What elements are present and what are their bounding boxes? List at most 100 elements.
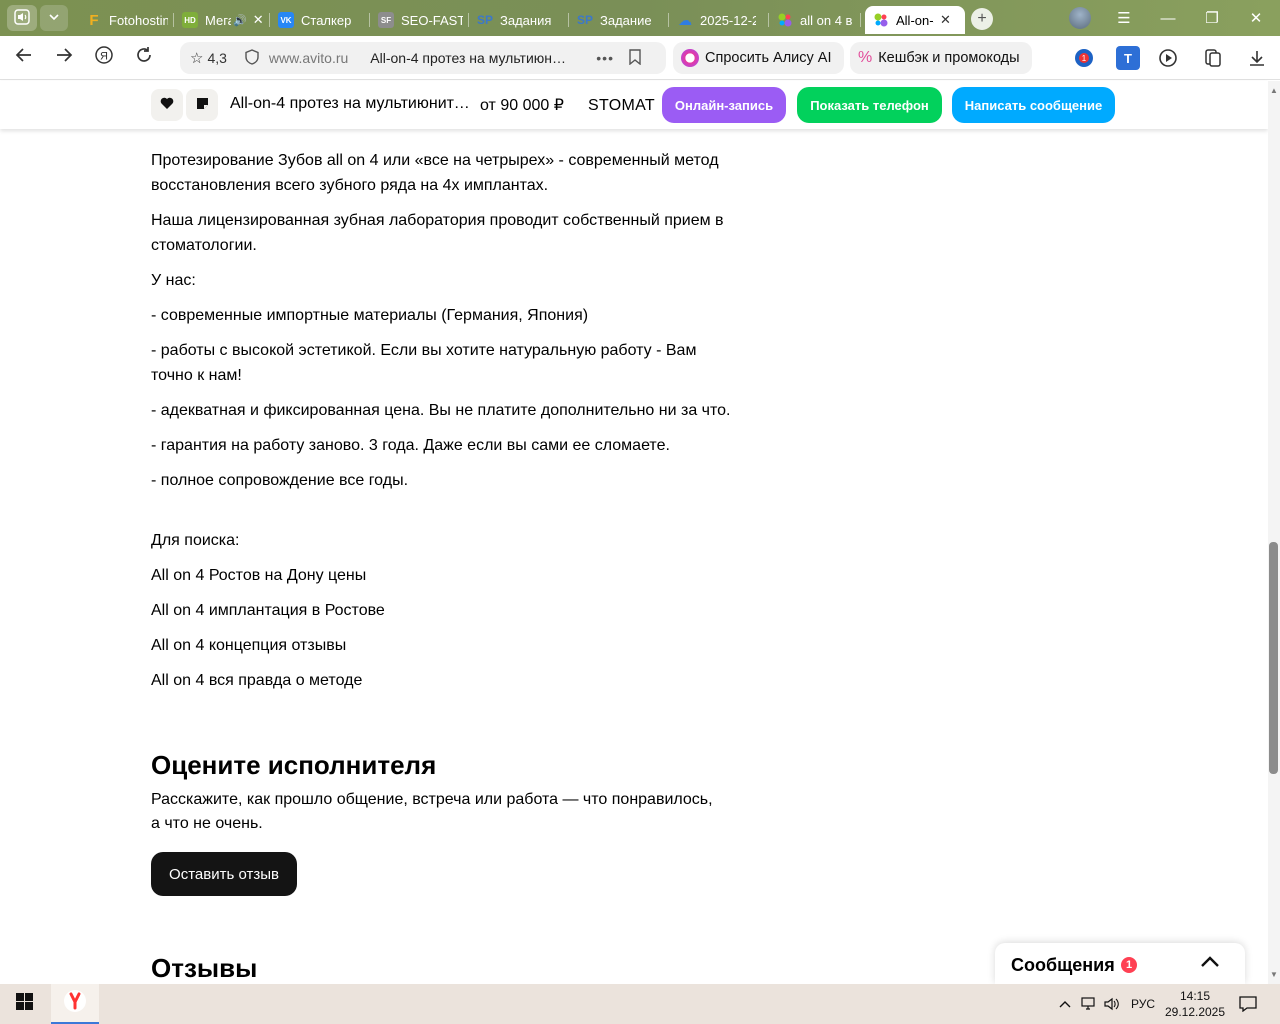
tab-2[interactable]: VK Сталкер — [270, 6, 370, 34]
star-icon: ☆ — [190, 50, 204, 67]
seo-fast-icon: SF — [378, 12, 394, 28]
arrow-right-icon — [55, 46, 73, 69]
clock-date: 29.12.2025 — [1164, 1005, 1226, 1019]
tab-7[interactable]: all on 4 в — [769, 6, 861, 34]
restore-button[interactable]: ❐ — [1190, 0, 1234, 36]
tab-6[interactable]: ☁ 2025-12-29 — [669, 6, 769, 34]
avatar-icon — [1069, 7, 1091, 29]
scroll-up-icon[interactable]: ▲ — [1268, 84, 1280, 96]
description-paragraph: - работы с высокой эстетикой. Если вы хо… — [151, 342, 697, 384]
minimize-button[interactable]: — — [1146, 0, 1190, 36]
browser-tab-strip: F Fotohosting HD Мегафон 🔊 ✕ VK Сталкер … — [0, 0, 1280, 36]
rate-heading: Оцените исполнителя — [151, 750, 437, 780]
listing-title[interactable]: All-on-4 протез на мультиюнитах — [230, 95, 470, 113]
tab-3[interactable]: SF SEO-FAST — [370, 6, 469, 34]
page-scrollbar[interactable] — [1268, 81, 1280, 984]
search-line: All on 4 вся правда о методе — [151, 672, 363, 689]
address-bar[interactable]: ☆ 4,3 www.avito.ru All-on-4 протез на му… — [180, 42, 666, 74]
new-tab-button[interactable]: + — [971, 8, 993, 30]
browser-toolbar: Я ☆ 4,3 www.avito.ru All-on-4 протез на … — [0, 36, 1280, 80]
tabs-menu-button[interactable] — [40, 5, 68, 31]
sp-icon: SP — [577, 13, 594, 27]
back-button[interactable] — [4, 38, 44, 78]
tab-title: Мегафон — [205, 12, 231, 28]
download-icon[interactable] — [1245, 46, 1269, 70]
forward-button[interactable] — [44, 38, 84, 78]
arrow-left-icon — [15, 46, 33, 69]
extension-shield-icon[interactable]: 1 — [1072, 46, 1096, 70]
close-icon: ✕ — [1249, 10, 1263, 27]
shield-icon[interactable] — [245, 48, 259, 68]
start-button[interactable] — [0, 984, 48, 1024]
tab-title: 2025-12-29 — [700, 12, 756, 28]
browser-menu-button[interactable]: ☰ — [1102, 0, 1146, 36]
tab-title: all on 4 в — [800, 12, 853, 28]
tab-title: Fotohosting — [109, 12, 168, 28]
yandex-browser-taskbar-button[interactable] — [51, 984, 99, 1024]
heart-icon — [160, 97, 174, 113]
profile-avatar[interactable] — [1058, 0, 1102, 36]
leave-review-button[interactable]: Оставить отзыв — [151, 852, 297, 896]
tab-1[interactable]: HD Мегафон 🔊 ✕ — [174, 6, 270, 34]
description-paragraph: - полное сопровождение все годы. — [151, 472, 409, 489]
notification-center-icon[interactable] — [1234, 984, 1262, 1024]
online-booking-button[interactable]: Онлайн-запись — [662, 87, 786, 123]
hd-icon: HD — [182, 12, 198, 28]
yandex-button[interactable]: Я — [84, 38, 124, 78]
bookmark-icon[interactable] — [628, 48, 642, 68]
percent-icon: % — [858, 49, 873, 66]
fotohosting-icon: F — [89, 11, 99, 29]
chevron-down-icon — [48, 10, 60, 26]
note-button[interactable] — [186, 89, 218, 121]
write-message-button[interactable]: Написать сообщение — [952, 87, 1115, 123]
volume-icon[interactable] — [1101, 984, 1123, 1024]
reload-icon — [135, 46, 153, 69]
extension-bookmarks-icon[interactable] — [1201, 46, 1225, 70]
tab-title: Задания — [500, 12, 552, 28]
sound-tabs-button[interactable] — [7, 5, 37, 31]
favorite-button[interactable] — [151, 89, 183, 121]
note-icon — [196, 97, 209, 113]
more-icon[interactable]: ••• — [596, 50, 614, 66]
cashback-label: Кешбэк и промокоды — [878, 50, 1020, 66]
messages-widget[interactable]: Сообщения 1 — [995, 943, 1245, 984]
close-icon[interactable]: ✕ — [253, 12, 264, 28]
ask-alice-label: Спросить Алису AI — [705, 50, 832, 66]
description-paragraph: - современные импортные материалы (Герма… — [151, 307, 589, 324]
yandex-icon: Я — [94, 45, 114, 70]
taskbar-clock[interactable]: 14:15 29.12.2025 — [1160, 988, 1230, 1020]
messages-label: Сообщения — [1011, 955, 1115, 975]
show-phone-button[interactable]: Показать телефон — [797, 87, 942, 123]
close-icon[interactable]: ✕ — [940, 12, 951, 28]
url-domain: www.avito.ru — [268, 50, 349, 66]
description-paragraph: - адекватная и фиксированная цена. Вы не… — [151, 402, 731, 419]
extension-video-icon[interactable] — [1157, 46, 1181, 70]
rate-description-line2: а что не очень. — [151, 815, 263, 832]
reload-button[interactable] — [124, 38, 164, 78]
messages-count-badge: 1 — [1121, 957, 1137, 973]
network-icon[interactable] — [1079, 984, 1099, 1024]
site-rating: 4,3 — [207, 50, 227, 66]
clock-time: 14:15 — [1179, 989, 1211, 1003]
ask-alice-button[interactable]: Спросить Алису AI — [673, 42, 844, 74]
tab-8-active[interactable]: All-on-4 ✕ — [865, 6, 965, 34]
close-window-button[interactable]: ✕ — [1234, 0, 1278, 36]
scrollbar-thumb[interactable] — [1269, 542, 1278, 774]
cloud-icon: ☁ — [678, 11, 692, 28]
tray-chevron-up-icon[interactable] — [1055, 984, 1075, 1024]
speaker-icon — [14, 8, 30, 28]
svg-text:1: 1 — [1082, 54, 1087, 63]
scroll-down-icon[interactable]: ▼ — [1268, 968, 1280, 980]
tab-5[interactable]: SP Задание — [569, 6, 669, 34]
extension-translate-icon[interactable]: T — [1116, 46, 1140, 70]
tab-title: SEO-FAST — [401, 12, 463, 28]
description-paragraph: У нас: — [151, 272, 196, 289]
windows-logo-icon — [15, 993, 33, 1015]
input-language-indicator[interactable]: РУС — [1127, 984, 1159, 1024]
tab-0[interactable]: F Fotohosting — [78, 6, 174, 34]
seller-name[interactable]: STOMAT — [588, 97, 655, 115]
chevron-up-icon[interactable] — [1197, 949, 1223, 975]
vk-icon: VK — [278, 12, 294, 28]
tab-4[interactable]: SP Задания — [469, 6, 569, 34]
cashback-button[interactable]: % Кешбэк и промокоды — [850, 42, 1032, 74]
